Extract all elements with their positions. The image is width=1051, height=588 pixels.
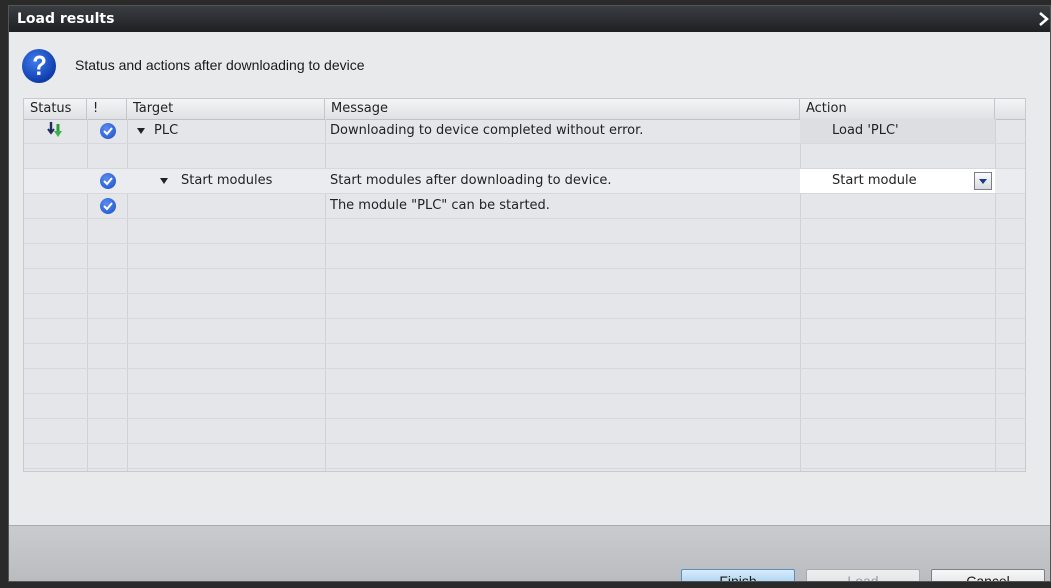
cancel-button[interactable]: Cancel xyxy=(931,569,1045,581)
dialog-header: Status and actions after downloading to … xyxy=(21,48,921,84)
dialog-title: Load results xyxy=(17,11,115,27)
close-icon[interactable] xyxy=(1036,9,1050,29)
column-header-target[interactable]: Target xyxy=(127,99,325,119)
message-cell: The module "PLC" can be started. xyxy=(330,198,550,213)
column-header-action[interactable]: Action xyxy=(800,99,995,119)
table-row[interactable]: Start modules Start modules after downlo… xyxy=(24,169,1025,194)
load-results-dialog: Load results Status and actions after do… xyxy=(8,5,1051,582)
table-row xyxy=(24,319,1025,344)
expand-arrow-icon[interactable] xyxy=(137,128,145,134)
action-load-label: Load 'PLC' xyxy=(832,123,899,138)
title-bar: Load results xyxy=(9,6,1050,32)
message-cell: Downloading to device completed without … xyxy=(330,123,644,138)
table-header: Status ! Target Message Action xyxy=(24,99,1025,120)
action-select[interactable]: Start module xyxy=(800,169,995,193)
table-row[interactable]: The module "PLC" can be started. xyxy=(24,194,1025,219)
table-row xyxy=(24,144,1025,169)
table-row xyxy=(24,394,1025,419)
target-plc: PLC xyxy=(154,123,179,138)
question-mark-icon xyxy=(21,48,57,84)
column-header-spacer xyxy=(995,99,1025,119)
action-cell: Load 'PLC' xyxy=(800,119,995,143)
table-row xyxy=(24,344,1025,369)
column-header-flag[interactable]: ! xyxy=(87,99,127,119)
table-row xyxy=(24,369,1025,394)
load-button[interactable]: Load xyxy=(806,569,920,581)
results-table: Status ! Target Message Action PLC Downl… xyxy=(23,98,1026,472)
table-row xyxy=(24,269,1025,294)
check-icon xyxy=(100,173,116,189)
column-header-message[interactable]: Message xyxy=(325,99,800,119)
header-text: Status and actions after downloading to … xyxy=(75,57,365,73)
table-row xyxy=(24,294,1025,319)
expand-arrow-icon[interactable] xyxy=(160,178,168,184)
finish-button[interactable]: Finish xyxy=(681,569,795,581)
action-select-value: Start module xyxy=(832,173,917,188)
table-row xyxy=(24,244,1025,269)
check-icon xyxy=(100,123,116,139)
dropdown-arrow-icon[interactable] xyxy=(974,172,992,190)
table-row xyxy=(24,419,1025,444)
message-cell: Start modules after downloading to devic… xyxy=(330,173,612,188)
download-arrow-icon xyxy=(46,121,64,145)
table-row xyxy=(24,444,1025,469)
target-start-modules: Start modules xyxy=(181,173,273,188)
table-row xyxy=(24,219,1025,244)
column-header-status[interactable]: Status xyxy=(24,99,87,119)
table-row[interactable]: PLC Downloading to device completed with… xyxy=(24,119,1025,144)
check-icon xyxy=(100,198,116,214)
